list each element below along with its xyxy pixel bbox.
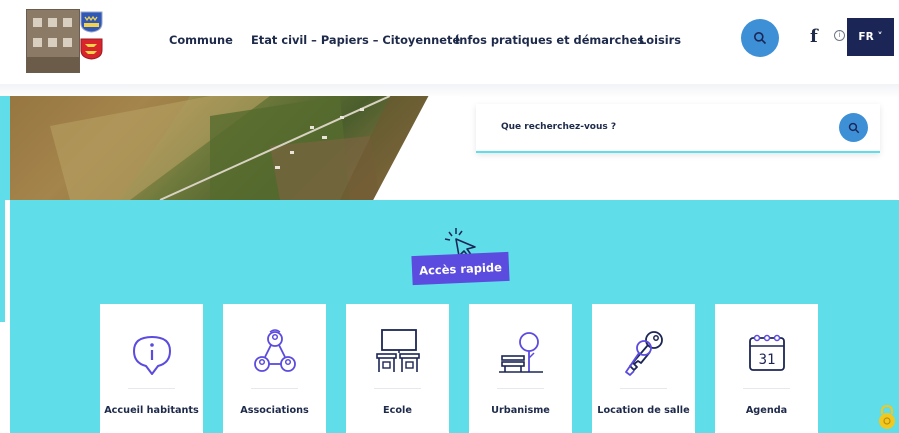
logo-window <box>48 18 57 27</box>
facebook-icon[interactable]: f <box>810 26 818 47</box>
card-label: Associations <box>240 405 309 416</box>
search-input[interactable]: Que recherchez-vous ? <box>501 122 616 132</box>
urban-bench-tree-icon <box>499 332 543 373</box>
card-label: Location de salle <box>597 405 690 416</box>
card-urbanisme[interactable]: Urbanisme <box>469 304 572 433</box>
nav-commune[interactable]: Commune <box>169 33 233 47</box>
accessibility-lock-icon[interactable] <box>877 404 897 430</box>
normandy-lions-icon <box>80 38 103 60</box>
calendar-day: 31 <box>759 352 776 368</box>
header-search-button[interactable] <box>741 19 779 57</box>
logo-window <box>33 38 42 47</box>
classroom-icon <box>376 329 420 372</box>
network-people-icon <box>254 329 296 372</box>
logo-window <box>63 18 72 27</box>
card-divider <box>497 388 544 389</box>
nav-loisirs[interactable]: Loisirs <box>639 33 681 47</box>
info-pin-icon <box>133 336 171 375</box>
town-hall-logo[interactable] <box>26 9 80 73</box>
info-icon[interactable]: i <box>834 30 845 41</box>
logo-window <box>33 18 42 27</box>
search-icon <box>848 122 859 133</box>
left-accent-strip-lower <box>0 96 10 200</box>
card-divider <box>743 388 790 389</box>
card-label: Agenda <box>745 405 788 416</box>
keys-icon <box>625 331 663 376</box>
search-submit-button[interactable] <box>839 113 868 142</box>
logo-window <box>63 38 72 47</box>
language-selector[interactable]: FR ˅ <box>847 18 894 56</box>
search-icon <box>754 32 767 45</box>
coat-of-arms-icon <box>80 11 103 33</box>
card-accueil-habitants[interactable]: Accueil habitants <box>100 304 203 433</box>
card-divider <box>128 388 175 389</box>
logo-ground <box>27 57 79 72</box>
card-divider <box>620 388 667 389</box>
logo-window <box>48 38 57 47</box>
card-divider <box>374 388 421 389</box>
card-associations[interactable]: Associations <box>223 304 326 433</box>
site-header: Commune Etat civil – Papiers – Citoyenne… <box>0 0 899 84</box>
quick-access-title: Accès rapide <box>411 251 510 286</box>
nav-etat-civil[interactable]: Etat civil – Papiers – Citoyenneté <box>251 33 460 47</box>
calendar-icon: 31 <box>749 334 785 371</box>
card-location-de-salle[interactable]: Location de salle <box>592 304 695 433</box>
card-label: Ecole <box>383 405 412 416</box>
card-divider <box>251 388 298 389</box>
card-label: Accueil habitants <box>104 405 199 416</box>
card-agenda[interactable]: 31 Agenda <box>715 304 818 433</box>
card-label: Urbanisme <box>491 405 550 416</box>
card-ecole[interactable]: Ecole <box>346 304 449 433</box>
nav-infos-pratiques[interactable]: Infos pratiques et démarches <box>455 33 644 47</box>
hero-aerial-photo <box>10 96 460 200</box>
